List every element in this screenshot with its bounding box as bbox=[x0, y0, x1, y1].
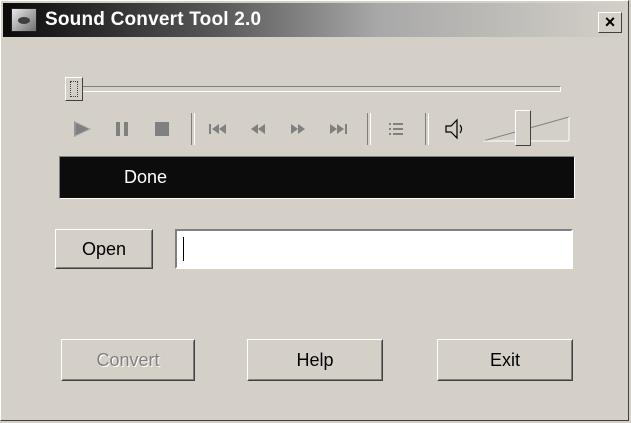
fast-forward-button[interactable] bbox=[283, 115, 313, 143]
close-button[interactable]: × bbox=[598, 12, 622, 33]
main-window: Sound Convert Tool 2.0 × Done Open Conve… bbox=[0, 0, 629, 421]
volume-slider-thumb[interactable] bbox=[514, 110, 531, 146]
close-icon: × bbox=[604, 12, 616, 32]
play-button[interactable] bbox=[65, 115, 99, 143]
stop-icon bbox=[155, 122, 169, 136]
convert-button[interactable]: Convert bbox=[61, 339, 195, 381]
help-button[interactable]: Help bbox=[247, 339, 383, 381]
stop-button[interactable] bbox=[145, 115, 179, 143]
window-title: Sound Convert Tool 2.0 bbox=[45, 9, 262, 30]
status-text: Done bbox=[124, 167, 168, 187]
mute-button[interactable] bbox=[437, 115, 473, 143]
pause-icon bbox=[116, 122, 128, 136]
open-button-label: Open bbox=[81, 239, 127, 259]
playlist-button[interactable] bbox=[379, 115, 413, 143]
separator bbox=[191, 113, 195, 145]
seek-track[interactable] bbox=[65, 86, 561, 92]
rewind-icon bbox=[251, 124, 265, 134]
speaker-icon bbox=[445, 118, 463, 140]
title-bar[interactable]: Sound Convert Tool 2.0 × bbox=[3, 3, 628, 37]
text-caret bbox=[183, 237, 184, 261]
status-display: Done bbox=[59, 156, 575, 199]
convert-button-label: Convert bbox=[96, 350, 160, 370]
rewind-button[interactable] bbox=[243, 115, 273, 143]
file-path-input[interactable] bbox=[175, 229, 573, 269]
app-speaker-icon[interactable] bbox=[11, 8, 37, 32]
play-icon bbox=[74, 121, 91, 137]
skip-end-button[interactable] bbox=[321, 115, 355, 143]
exit-button[interactable]: Exit bbox=[437, 339, 573, 381]
skip-start-button[interactable] bbox=[203, 115, 233, 143]
pause-button[interactable] bbox=[107, 115, 137, 143]
playlist-icon bbox=[389, 123, 403, 135]
skip-start-icon bbox=[209, 124, 226, 134]
exit-button-label: Exit bbox=[489, 350, 520, 370]
separator bbox=[367, 113, 371, 145]
seek-slider-thumb[interactable] bbox=[65, 77, 83, 101]
help-button-label: Help bbox=[296, 350, 334, 370]
separator bbox=[425, 113, 429, 145]
open-button[interactable]: Open bbox=[55, 229, 153, 269]
skip-end-icon bbox=[330, 124, 347, 134]
fast-forward-icon bbox=[291, 124, 305, 134]
